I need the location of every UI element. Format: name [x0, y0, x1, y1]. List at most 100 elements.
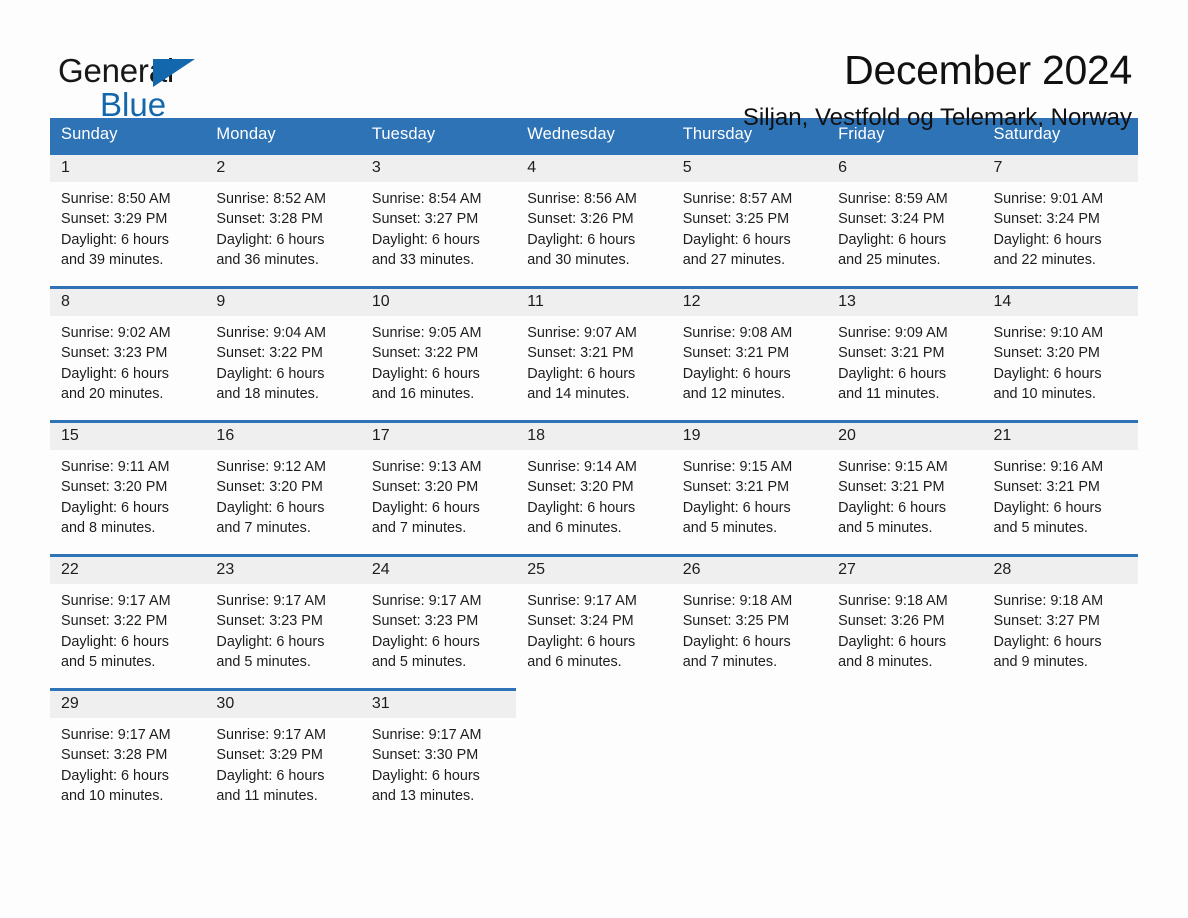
day-details: Sunrise: 9:17 AM Sunset: 3:28 PM Daylight:…: [50, 718, 205, 806]
daylight-text-line2: and 18 minutes.: [216, 385, 319, 402]
daylight-text-line1: Daylight: 6 hours: [61, 633, 169, 650]
day-cell[interactable]: 10 Sunrise: 9:05 AM Sunset: 3:22 PM Dayligh…: [360, 286, 517, 422]
daylight-text-line2: and 30 minutes.: [527, 251, 630, 268]
daylight-text-line2: and 5 minutes.: [61, 653, 156, 670]
day-number: 3: [371, 159, 381, 176]
day-cell[interactable]: 8 Sunrise: 9:02 AM Sunset: 3:23 PM Daylight…: [50, 286, 206, 422]
day-number: 11: [527, 293, 544, 310]
sunrise-text: Sunrise: 9:14 AM: [527, 459, 637, 475]
weekday-header-monday: Monday: [205, 118, 361, 154]
day-number: 20: [838, 427, 856, 444]
day-number: 8: [61, 293, 70, 310]
sunrise-text: Sunrise: 9:09 AM: [838, 325, 948, 341]
title-block: December 2024 Siljan, Vestfold og Telema…: [743, 46, 1132, 132]
day-cell[interactable]: 23 Sunrise: 9:17 AM Sunset: 3:23 PM Dayligh…: [205, 554, 361, 690]
day-cell[interactable]: 14 Sunrise: 9:10 AM Sunset: 3:20 PM Dayligh…: [982, 286, 1138, 422]
day-cell[interactable]: 11 Sunrise: 9:07 AM Sunset: 3:21 PM Dayligh…: [516, 286, 672, 422]
day-cell[interactable]: 21 Sunrise: 9:16 AM Sunset: 3:21 PM Dayligh…: [982, 420, 1138, 556]
calendar-week-row: 15 Sunrise: 9:11 AM Sunset: 3:20 PM Dayligh…: [50, 420, 1138, 556]
daylight-text-line2: and 7 minutes.: [371, 519, 467, 536]
day-cell[interactable]: 16 Sunrise: 9:12 AM Sunset: 3:20 PM Dayligh…: [205, 420, 361, 556]
day-cell[interactable]: 13 Sunrise: 9:09 AM Sunset: 3:21 PM Dayligh…: [827, 286, 983, 422]
day-cell[interactable]: 31 Sunrise: 9:17 AM Sunset: 3:30 PM Dayligh…: [360, 688, 517, 824]
sunset-text: Sunset: 3:21 PM: [682, 479, 790, 496]
day-cell[interactable]: 20 Sunrise: 9:15 AM Sunset: 3:21 PM Dayligh…: [827, 420, 983, 556]
sunset-text: Sunset: 3:27 PM: [371, 211, 479, 228]
day-number: 5: [682, 159, 692, 176]
day-cell[interactable]: 9 Sunrise: 9:04 AM Sunset: 3:22 PM Daylight…: [205, 286, 361, 422]
sunset-text: Sunset: 3:24 PM: [527, 613, 634, 630]
day-cell[interactable]: 2 Sunrise: 8:52 AM Sunset: 3:28 PM Daylight…: [205, 152, 361, 288]
day-number: 2: [216, 159, 226, 176]
sunset-text: Sunset: 3:21 PM: [993, 479, 1100, 496]
sunset-text: Sunset: 3:27 PM: [993, 613, 1100, 630]
weekday-header-wednesday: Wednesday: [516, 118, 672, 154]
calendar-container: Sunday Monday Tuesday Wednesday Thursday…: [50, 118, 1138, 824]
generalblue-logo[interactable]: General Blue: [58, 46, 258, 121]
daylight-text-line2: and 12 minutes.: [682, 385, 786, 402]
day-number: 4: [527, 159, 537, 176]
day-details: Sunrise: 9:17 AM Sunset: 3:23 PM Daylight:…: [361, 584, 516, 672]
sunrise-text: Sunrise: 9:17 AM: [371, 593, 482, 609]
day-cell[interactable]: 1 Sunrise: 8:50 AM Sunset: 3:29 PM Daylight…: [50, 152, 206, 288]
day-cell[interactable]: 28 Sunrise: 9:18 AM Sunset: 3:27 PM Dayligh…: [982, 554, 1138, 690]
day-cell[interactable]: 26 Sunrise: 9:18 AM Sunset: 3:25 PM Dayligh…: [671, 554, 828, 690]
day-details: Sunrise: 9:17 AM Sunset: 3:29 PM Daylight:…: [205, 718, 360, 806]
daylight-text-line2: and 7 minutes.: [682, 653, 778, 670]
day-cell[interactable]: 22 Sunrise: 9:17 AM Sunset: 3:22 PM Dayligh…: [50, 554, 206, 690]
day-details: Sunrise: 9:17 AM Sunset: 3:24 PM Daylight:…: [516, 584, 671, 672]
daylight-text-line2: and 16 minutes.: [371, 385, 475, 402]
daylight-text-line1: Daylight: 6 hours: [838, 633, 947, 650]
sunrise-text: Sunrise: 9:07 AM: [527, 325, 637, 341]
day-details: Sunrise: 8:50 AM Sunset: 3:29 PM Daylight:…: [50, 182, 205, 270]
calendar-week-row: 29 Sunrise: 9:17 AM Sunset: 3:28 PM Dayligh…: [50, 688, 1138, 824]
day-cell[interactable]: 19 Sunrise: 9:15 AM Sunset: 3:21 PM Dayligh…: [671, 420, 828, 556]
day-cell[interactable]: 25 Sunrise: 9:17 AM Sunset: 3:24 PM Dayligh…: [516, 554, 672, 690]
sunrise-text: Sunrise: 9:17 AM: [216, 593, 327, 609]
calendar-week-row: 22 Sunrise: 9:17 AM Sunset: 3:22 PM Dayligh…: [50, 554, 1138, 690]
daylight-text-line1: Daylight: 6 hours: [61, 231, 169, 248]
sunrise-text: Sunrise: 8:57 AM: [682, 191, 793, 207]
daylight-text-line1: Daylight: 6 hours: [993, 499, 1102, 516]
day-cell[interactable]: 4 Sunrise: 8:56 AM Sunset: 3:26 PM Daylight…: [516, 152, 672, 288]
day-details: Sunrise: 8:54 AM Sunset: 3:27 PM Daylight:…: [361, 182, 516, 270]
daylight-text-line2: and 36 minutes.: [216, 251, 319, 268]
day-cell[interactable]: 27 Sunrise: 9:18 AM Sunset: 3:26 PM Dayligh…: [827, 554, 983, 690]
day-number: 12: [682, 293, 701, 310]
day-cell[interactable]: 12 Sunrise: 9:08 AM Sunset: 3:21 PM Dayligh…: [671, 286, 828, 422]
day-cell[interactable]: 17 Sunrise: 9:13 AM Sunset: 3:20 PM Dayligh…: [360, 420, 517, 556]
day-cell[interactable]: 3 Sunrise: 8:54 AM Sunset: 3:27 PM Daylight…: [360, 152, 517, 288]
day-cell[interactable]: 29 Sunrise: 9:17 AM Sunset: 3:28 PM Dayligh…: [50, 688, 206, 824]
day-cell[interactable]: 7 Sunrise: 9:01 AM Sunset: 3:24 PM Daylight…: [982, 152, 1138, 288]
day-details: Sunrise: 9:01 AM Sunset: 3:24 PM Daylight:…: [983, 182, 1138, 270]
day-cell[interactable]: 30 Sunrise: 9:17 AM Sunset: 3:29 PM Dayligh…: [205, 688, 361, 824]
daylight-text-line1: Daylight: 6 hours: [527, 499, 636, 516]
day-cell[interactable]: 15 Sunrise: 9:11 AM Sunset: 3:20 PM Dayligh…: [50, 420, 206, 556]
daylight-text-line1: Daylight: 6 hours: [993, 633, 1102, 650]
daylight-text-line2: and 7 minutes.: [216, 519, 311, 536]
daylight-text-line1: Daylight: 6 hours: [527, 365, 636, 382]
sunrise-text: Sunrise: 9:12 AM: [216, 459, 327, 475]
day-details: Sunrise: 9:13 AM Sunset: 3:20 PM Daylight:…: [361, 450, 516, 538]
sunrise-text: Sunrise: 9:17 AM: [216, 727, 327, 743]
day-cell[interactable]: 24 Sunrise: 9:17 AM Sunset: 3:23 PM Dayligh…: [360, 554, 517, 690]
daylight-text-line2: and 39 minutes.: [61, 251, 164, 268]
day-number: 25: [527, 561, 546, 578]
daylight-text-line1: Daylight: 6 hours: [993, 231, 1102, 248]
day-cell[interactable]: 18 Sunrise: 9:14 AM Sunset: 3:20 PM Dayligh…: [516, 420, 672, 556]
daylight-text-line2: and 27 minutes.: [682, 251, 786, 268]
sunset-text: Sunset: 3:25 PM: [682, 211, 790, 228]
daylight-text-line2: and 20 minutes.: [61, 385, 164, 402]
day-number: 30: [216, 695, 235, 712]
day-cell[interactable]: 5 Sunrise: 8:57 AM Sunset: 3:25 PM Daylight…: [671, 152, 828, 288]
daylight-text-line2: and 33 minutes.: [371, 251, 475, 268]
day-cell[interactable]: 6 Sunrise: 8:59 AM Sunset: 3:24 PM Daylight…: [827, 152, 983, 288]
day-number: 15: [61, 427, 79, 444]
day-details: Sunrise: 9:12 AM Sunset: 3:20 PM Daylight:…: [205, 450, 360, 538]
day-details: Sunrise: 9:15 AM Sunset: 3:21 PM Daylight:…: [827, 450, 982, 538]
sunset-text: Sunset: 3:28 PM: [216, 211, 323, 228]
daylight-text-line1: Daylight: 6 hours: [371, 633, 480, 650]
daylight-text-line1: Daylight: 6 hours: [838, 231, 947, 248]
daylight-text-line1: Daylight: 6 hours: [61, 767, 169, 784]
daylight-text-line1: Daylight: 6 hours: [993, 365, 1102, 382]
